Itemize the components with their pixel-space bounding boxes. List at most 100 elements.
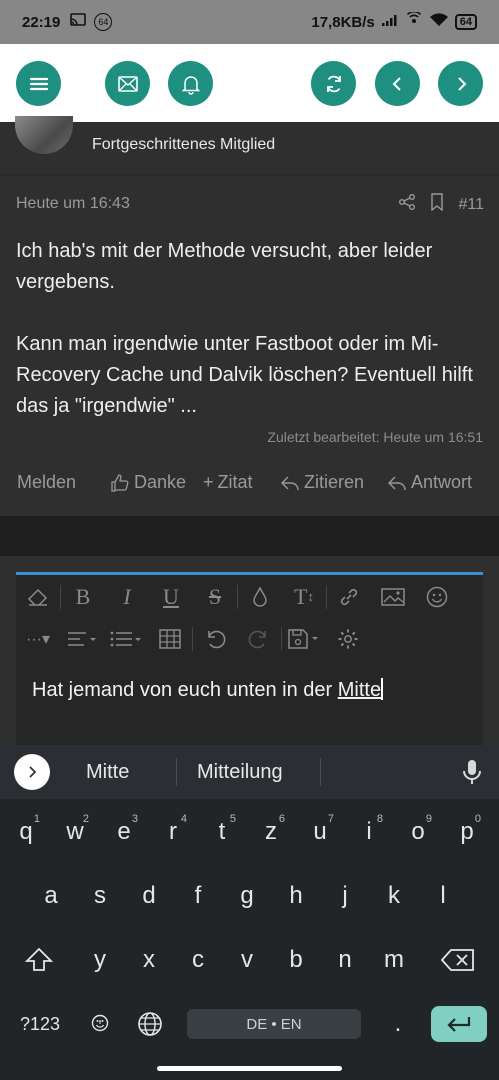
key-h[interactable]: h xyxy=(276,873,316,919)
quote-button[interactable]: Zitieren xyxy=(280,472,364,493)
period-key[interactable]: . xyxy=(378,1001,418,1047)
forward-button[interactable] xyxy=(438,61,483,106)
symbols-key[interactable]: ?123 xyxy=(15,1001,65,1047)
globe-icon xyxy=(138,1012,162,1036)
editor-input[interactable]: Hat jemand von euch unten in der Mitte xyxy=(32,678,384,702)
more-options-icon[interactable]: ···▾ xyxy=(16,621,60,657)
link-icon[interactable] xyxy=(327,579,371,615)
enter-key[interactable] xyxy=(431,1006,487,1042)
key-z[interactable]: z6 xyxy=(251,809,291,855)
settings-gear-icon[interactable] xyxy=(326,621,370,657)
post-body: Ich hab's mit der Methode versucht, aber… xyxy=(16,236,486,453)
key-hint: 9 xyxy=(425,813,432,825)
backspace-key[interactable] xyxy=(438,937,478,983)
key-q[interactable]: q1 xyxy=(6,809,46,855)
multi-quote-button[interactable]: + Zitat xyxy=(203,472,253,493)
emoji-comma-key[interactable]: , xyxy=(80,1001,120,1047)
table-icon[interactable] xyxy=(148,621,192,657)
avatar[interactable] xyxy=(15,116,73,154)
key-d[interactable]: d xyxy=(129,873,169,919)
language-key[interactable] xyxy=(130,1001,170,1047)
post-paragraph: Ich hab's mit der Methode versucht, aber… xyxy=(16,240,433,293)
post: Heute um 16:43 #11 Ich hab's mit der Met… xyxy=(0,176,499,516)
key-r[interactable]: r4 xyxy=(153,809,193,855)
text-caret xyxy=(381,678,384,700)
text-color-icon[interactable] xyxy=(238,579,282,615)
key-v[interactable]: v xyxy=(227,937,267,983)
strikethrough-icon[interactable]: S xyxy=(193,579,237,615)
editor-toolbar-row-2: ···▾ xyxy=(16,621,483,657)
chevron-right-icon xyxy=(29,766,37,778)
key-p[interactable]: p0 xyxy=(447,809,487,855)
post-paragraph: Kann man irgendwie unter Fastboot oder i… xyxy=(16,333,473,417)
reply-arrow-icon xyxy=(388,476,406,490)
undo-icon[interactable] xyxy=(193,621,237,657)
key-hint: 4 xyxy=(180,813,187,825)
last-edited-note: Zuletzt bearbeitet: Heute um 16:51 xyxy=(267,429,483,445)
menu-button[interactable] xyxy=(16,61,61,106)
italic-icon[interactable]: I xyxy=(105,579,149,615)
key-n[interactable]: n xyxy=(325,937,365,983)
keyboard-suggestion-bar: Mitte Mitteilung xyxy=(0,745,499,799)
post-date[interactable]: Heute um 16:43 xyxy=(16,195,130,213)
suggestion-item[interactable]: Mitteilung xyxy=(197,761,283,784)
font-size-icon[interactable]: T ↕ xyxy=(282,579,326,615)
suggestion-divider xyxy=(320,758,321,786)
shift-key[interactable] xyxy=(19,937,59,983)
space-key[interactable]: DE • EN xyxy=(187,1009,361,1039)
key-l[interactable]: l xyxy=(423,873,463,919)
bold-icon[interactable]: B xyxy=(61,579,105,615)
reply-editor: B I U S T ↕ ···▾ Hat jemand von euch unt… xyxy=(16,572,483,746)
back-button[interactable] xyxy=(375,61,420,106)
key-x[interactable]: x xyxy=(129,937,169,983)
reply-button[interactable]: Antwort xyxy=(387,472,472,493)
key-c[interactable]: c xyxy=(178,937,218,983)
post-number[interactable]: #11 xyxy=(458,196,484,214)
key-g[interactable]: g xyxy=(227,873,267,919)
network-speed: 17,8KB/s xyxy=(311,13,375,31)
bookmark-icon[interactable] xyxy=(430,193,444,216)
share-icon[interactable] xyxy=(398,193,416,216)
key-u[interactable]: u7 xyxy=(300,809,340,855)
key-j[interactable]: j xyxy=(325,873,365,919)
section-divider xyxy=(0,516,499,556)
report-link[interactable]: Melden xyxy=(17,472,76,493)
image-icon[interactable] xyxy=(371,579,415,615)
plus-icon: + xyxy=(203,472,214,492)
messages-button[interactable] xyxy=(105,61,150,106)
key-hint: 2 xyxy=(82,813,89,825)
key-f[interactable]: f xyxy=(178,873,218,919)
key-k[interactable]: k xyxy=(374,873,414,919)
key-b[interactable]: b xyxy=(276,937,316,983)
key-i[interactable]: i8 xyxy=(349,809,389,855)
key-a[interactable]: a xyxy=(31,873,71,919)
suggestion-divider xyxy=(176,758,177,786)
align-icon[interactable] xyxy=(60,621,104,657)
key-w[interactable]: w2 xyxy=(55,809,95,855)
list-icon[interactable] xyxy=(104,621,148,657)
key-hint: 1 xyxy=(33,813,40,825)
home-indicator[interactable] xyxy=(157,1066,342,1071)
redo-icon[interactable] xyxy=(237,621,281,657)
key-s[interactable]: s xyxy=(80,873,120,919)
key-label: o xyxy=(411,818,425,845)
key-t[interactable]: t5 xyxy=(202,809,242,855)
expand-toolbar-button[interactable] xyxy=(14,754,50,790)
thanks-button[interactable]: Danke xyxy=(110,472,186,493)
underline-icon[interactable]: U xyxy=(149,579,193,615)
suggestion-item[interactable]: Mitte xyxy=(86,761,129,784)
key-hint: 7 xyxy=(327,813,334,825)
notifications-button[interactable] xyxy=(168,61,213,106)
chevron-left-icon xyxy=(392,76,401,91)
key-o[interactable]: o9 xyxy=(398,809,438,855)
key-m[interactable]: m xyxy=(374,937,414,983)
key-label: i xyxy=(366,818,372,845)
save-draft-icon[interactable] xyxy=(282,621,326,657)
smiley-icon[interactable] xyxy=(415,579,459,615)
key-y[interactable]: y xyxy=(80,937,120,983)
eraser-icon[interactable] xyxy=(16,579,60,615)
editor-toolbar-row-1: B I U S T ↕ xyxy=(16,579,483,615)
key-e[interactable]: e3 xyxy=(104,809,144,855)
microphone-icon[interactable] xyxy=(462,759,482,790)
refresh-button[interactable] xyxy=(311,61,356,106)
